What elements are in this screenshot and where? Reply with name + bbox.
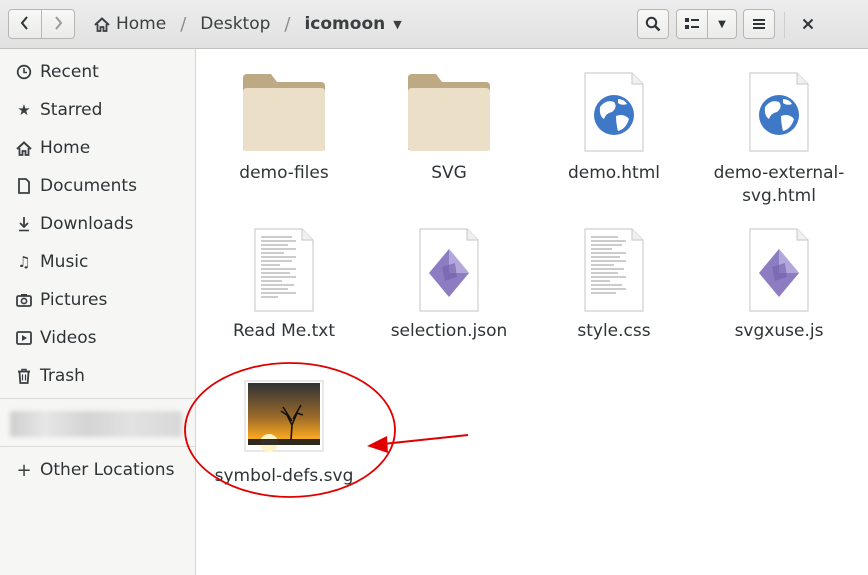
list-view-icon bbox=[684, 17, 700, 31]
html-globe-icon bbox=[566, 64, 662, 160]
folder-icon bbox=[236, 64, 332, 160]
blurred-account-item[interactable] bbox=[10, 411, 182, 437]
camera-icon bbox=[16, 293, 32, 307]
header-bar: Home / Desktop / icomoon ▼ ▼ bbox=[0, 0, 868, 49]
breadcrumb-home[interactable]: Home bbox=[88, 9, 172, 39]
video-icon bbox=[16, 331, 32, 345]
breadcrumb-separator: / bbox=[180, 13, 187, 35]
file-item[interactable]: demo-external-svg.html bbox=[699, 64, 859, 208]
sidebar-item-videos[interactable]: Videos bbox=[0, 322, 195, 354]
chevron-right-icon bbox=[53, 15, 63, 34]
file-name: demo-files bbox=[239, 163, 329, 183]
back-button[interactable] bbox=[8, 9, 42, 39]
file-item[interactable]: svgxuse.js bbox=[699, 222, 859, 343]
file-item[interactable]: demo-files bbox=[204, 64, 364, 185]
caret-down-icon: ▼ bbox=[393, 17, 402, 31]
sidebar-item-pictures[interactable]: Pictures bbox=[0, 284, 195, 316]
breadcrumb-label: icomoon bbox=[304, 14, 386, 34]
sidebar-item-starred[interactable]: ★ Starred bbox=[0, 94, 195, 126]
sidebar-item-home[interactable]: Home bbox=[0, 132, 195, 164]
close-icon bbox=[802, 18, 814, 30]
clock-icon bbox=[16, 64, 32, 80]
sidebar-item-label: Home bbox=[40, 138, 91, 158]
view-toggle-button[interactable] bbox=[676, 9, 708, 39]
home-icon bbox=[94, 16, 110, 32]
breadcrumb-label: Home bbox=[116, 14, 167, 34]
file-name: demo.html bbox=[567, 163, 661, 183]
view-dropdown-button[interactable]: ▼ bbox=[707, 9, 737, 39]
sidebar-item-label: Other Locations bbox=[40, 460, 175, 480]
sidebar-item-trash[interactable]: Trash bbox=[0, 360, 195, 392]
file-name: symbol-defs.svg bbox=[214, 466, 354, 486]
search-icon bbox=[645, 16, 661, 32]
star-icon: ★ bbox=[17, 101, 31, 119]
file-name: svgxuse.js bbox=[734, 321, 824, 341]
sidebar-item-label: Trash bbox=[40, 366, 85, 386]
header-divider bbox=[784, 12, 785, 38]
file-name: Read Me.txt bbox=[232, 321, 336, 341]
breadcrumb-desktop[interactable]: Desktop bbox=[194, 9, 276, 39]
sidebar-item-label: Downloads bbox=[40, 214, 134, 234]
folder-icon bbox=[401, 64, 497, 160]
sidebar-item-label: Starred bbox=[40, 100, 103, 120]
close-button[interactable] bbox=[790, 9, 826, 39]
sidebar-item-label: Music bbox=[40, 252, 89, 272]
file-item[interactable]: selection.json bbox=[369, 222, 529, 343]
sidebar-item-label: Documents bbox=[40, 176, 137, 196]
file-item[interactable]: Read Me.txt bbox=[204, 222, 364, 343]
chevron-left-icon bbox=[20, 15, 30, 34]
html-globe-icon bbox=[731, 64, 827, 160]
search-button[interactable] bbox=[637, 9, 669, 39]
file-item[interactable]: symbol-defs.svg bbox=[204, 367, 364, 488]
navigation-buttons bbox=[8, 9, 75, 39]
plus-icon: + bbox=[16, 459, 32, 481]
sidebar-item-music[interactable]: ♫ Music bbox=[0, 246, 195, 278]
view-options: ▼ bbox=[676, 9, 737, 39]
sidebar-item-downloads[interactable]: Downloads bbox=[0, 208, 195, 240]
breadcrumb: Home / Desktop / icomoon ▼ bbox=[88, 9, 408, 39]
file-manager-window: Home / Desktop / icomoon ▼ ▼ Recent ★ St… bbox=[0, 0, 868, 575]
sidebar-divider bbox=[0, 446, 195, 447]
breadcrumb-separator: / bbox=[284, 13, 291, 35]
breadcrumb-label: Desktop bbox=[200, 14, 271, 34]
text-file-icon bbox=[236, 222, 332, 318]
trash-icon bbox=[16, 368, 32, 384]
script-file-icon bbox=[731, 222, 827, 318]
menu-button[interactable] bbox=[743, 9, 775, 39]
sidebar-item-label: Recent bbox=[40, 62, 99, 82]
file-name: selection.json bbox=[390, 321, 508, 341]
sidebar-divider bbox=[0, 398, 195, 399]
file-item[interactable]: style.css bbox=[534, 222, 694, 343]
breadcrumb-current-folder[interactable]: icomoon ▼ bbox=[298, 9, 407, 39]
sidebar-item-label: Videos bbox=[40, 328, 97, 348]
file-grid: demo-files SVG demo.html demo-external-s… bbox=[196, 49, 868, 575]
image-file-icon bbox=[236, 367, 332, 463]
sidebar-item-recent[interactable]: Recent bbox=[0, 56, 195, 88]
music-icon: ♫ bbox=[17, 253, 31, 271]
sidebar-item-other-locations[interactable]: + Other Locations bbox=[0, 454, 195, 486]
text-file-icon bbox=[566, 222, 662, 318]
hamburger-menu-icon bbox=[752, 18, 766, 30]
sidebar-item-documents[interactable]: Documents bbox=[0, 170, 195, 202]
home-icon bbox=[16, 140, 32, 156]
chevron-down-icon: ▼ bbox=[718, 18, 726, 30]
download-icon bbox=[16, 216, 32, 232]
file-name: SVG bbox=[431, 163, 467, 183]
document-icon bbox=[16, 178, 32, 194]
file-item[interactable]: demo.html bbox=[534, 64, 694, 185]
forward-button[interactable] bbox=[41, 9, 75, 39]
sidebar-item-label: Pictures bbox=[40, 290, 108, 310]
file-name: demo-external-svg.html bbox=[713, 163, 845, 206]
sidebar: Recent ★ Starred Home Documents Download… bbox=[0, 49, 196, 575]
script-file-icon bbox=[401, 222, 497, 318]
file-name: style.css bbox=[577, 321, 651, 341]
file-item[interactable]: SVG bbox=[369, 64, 529, 185]
